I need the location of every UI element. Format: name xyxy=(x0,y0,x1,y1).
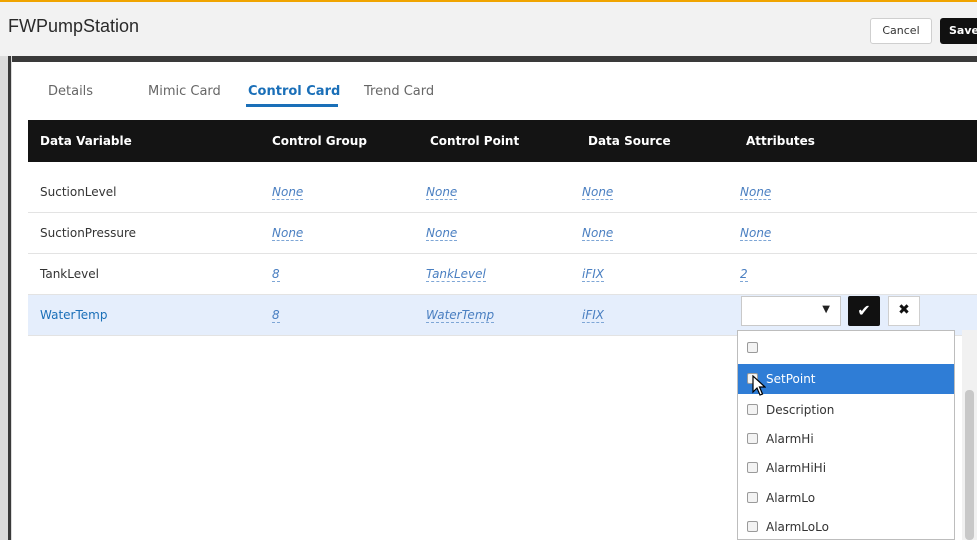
option-label: Description xyxy=(766,403,835,417)
column-header-attributes[interactable]: Attributes xyxy=(746,120,815,162)
attributes-dropdown-list: SetPoint Description AlarmHi AlarmHiHi A… xyxy=(737,330,955,540)
cell-control-point-link[interactable]: WaterTemp xyxy=(426,308,495,323)
cell-data-source-link[interactable]: None xyxy=(582,185,614,200)
option-checkbox[interactable] xyxy=(747,492,758,503)
confirm-button[interactable]: ✔ xyxy=(848,296,880,326)
tab-control-card[interactable]: Control Card xyxy=(248,84,340,99)
cell-attributes-link[interactable]: 2 xyxy=(740,267,748,282)
close-icon: ✖ xyxy=(898,302,910,318)
tab-trend-card[interactable]: Trend Card xyxy=(364,84,434,99)
option-label: AlarmLoLo xyxy=(766,520,829,534)
mouse-cursor-icon xyxy=(752,375,766,396)
option-label: SetPoint xyxy=(766,372,816,386)
cell-control-point-link[interactable]: None xyxy=(426,226,458,241)
option-label: AlarmHiHi xyxy=(766,461,827,475)
option-label: AlarmHi xyxy=(766,432,814,446)
option-checkbox[interactable] xyxy=(747,342,758,353)
column-header-control-point[interactable]: Control Point xyxy=(430,120,519,162)
chevron-down-icon: ▼ xyxy=(822,304,830,315)
dropdown-option-setpoint[interactable]: SetPoint xyxy=(738,364,954,394)
cell-control-group-link[interactable]: 8 xyxy=(272,267,280,282)
cell-data-variable: SuctionLevel xyxy=(40,185,117,199)
cell-data-variable: WaterTemp xyxy=(40,308,108,322)
top-header: FWPumpStation Cancel Save xyxy=(0,0,977,56)
tab-details[interactable]: Details xyxy=(48,84,93,99)
cancel-edit-button[interactable]: ✖ xyxy=(888,296,920,326)
column-header-control-group[interactable]: Control Group xyxy=(272,120,367,162)
option-label: AlarmLo xyxy=(766,491,816,505)
dropdown-option-alarmhi[interactable]: AlarmHi xyxy=(738,424,954,454)
dropdown-option-alarmlolo[interactable]: AlarmLoLo xyxy=(738,512,954,539)
column-header-data-source[interactable]: Data Source xyxy=(588,120,671,162)
cell-control-point-link[interactable]: None xyxy=(426,185,458,200)
option-checkbox[interactable] xyxy=(747,462,758,473)
table-header: Data Variable Control Group Control Poin… xyxy=(28,120,977,162)
dropdown-option-blank[interactable] xyxy=(738,333,954,363)
cell-data-source-link[interactable]: iFIX xyxy=(582,267,604,282)
tab-mimic-card[interactable]: Mimic Card xyxy=(148,84,221,99)
cell-data-source-link[interactable]: iFIX xyxy=(582,308,604,323)
dropdown-option-alarmhihi[interactable]: AlarmHiHi xyxy=(738,453,954,483)
cell-data-variable: TankLevel xyxy=(40,267,99,281)
cell-attributes-link[interactable]: None xyxy=(740,226,772,241)
save-button[interactable]: Save xyxy=(940,18,977,44)
cell-attributes-link[interactable]: None xyxy=(740,185,772,200)
column-header-data-variable[interactable]: Data Variable xyxy=(40,120,132,162)
table-row[interactable]: SuctionPressure None None None None xyxy=(28,213,977,254)
scrollbar-thumb[interactable] xyxy=(965,390,974,540)
cell-data-variable: SuctionPressure xyxy=(40,226,137,240)
left-frame xyxy=(0,56,12,540)
cell-control-group-link[interactable]: None xyxy=(272,185,304,200)
table-row[interactable]: TankLevel 8 TankLevel iFIX 2 xyxy=(28,254,977,295)
option-checkbox[interactable] xyxy=(747,433,758,444)
table-row[interactable]: SuctionLevel None None None None xyxy=(28,172,977,213)
cancel-button[interactable]: Cancel xyxy=(870,18,932,44)
cell-data-source-link[interactable]: None xyxy=(582,226,614,241)
attributes-select[interactable]: ▼ xyxy=(741,296,841,326)
option-checkbox[interactable] xyxy=(747,404,758,415)
page-title: FWPumpStation xyxy=(8,16,140,36)
dropdown-option-alarmlo[interactable]: AlarmLo xyxy=(738,483,954,513)
check-icon: ✔ xyxy=(857,301,871,320)
cell-control-group-link[interactable]: None xyxy=(272,226,304,241)
dropdown-option-description[interactable]: Description xyxy=(738,395,954,425)
active-tab-indicator xyxy=(246,104,338,107)
option-checkbox[interactable] xyxy=(747,521,758,532)
cell-control-group-link[interactable]: 8 xyxy=(272,308,280,323)
cell-control-point-link[interactable]: TankLevel xyxy=(426,267,486,282)
